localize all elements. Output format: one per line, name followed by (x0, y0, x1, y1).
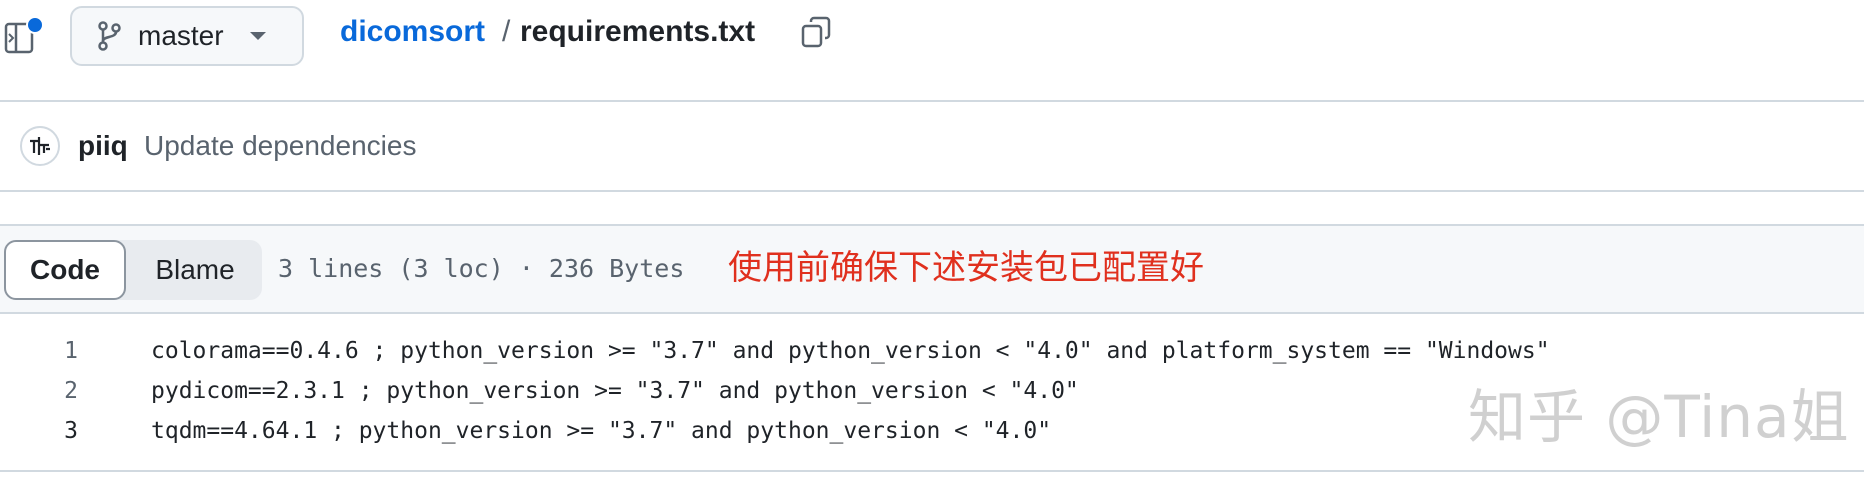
avatar-glyph-icon (30, 137, 50, 155)
breadcrumb-repo-link[interactable]: dicomsort (340, 14, 485, 50)
divider (0, 470, 1864, 472)
annotation-text: 使用前确保下述安装包已配置好 (728, 248, 1204, 288)
avatar[interactable] (20, 126, 60, 166)
copy-path-icon[interactable] (800, 16, 832, 50)
line-content: tqdm==4.64.1 ; python_version >= "3.7" a… (151, 418, 1052, 444)
branch-name: master (138, 20, 224, 51)
git-branch-icon (98, 21, 121, 51)
divider (0, 100, 1864, 102)
line-content: colorama==0.4.6 ; python_version >= "3.7… (151, 338, 1550, 364)
line-number[interactable]: 1 (0, 338, 78, 364)
tab-blame[interactable]: Blame (140, 240, 250, 300)
commit-author[interactable]: piiq (78, 130, 128, 162)
line-number[interactable]: 2 (0, 378, 78, 404)
branch-selector-button[interactable]: master (70, 6, 304, 66)
tab-code[interactable]: Code (4, 240, 126, 300)
divider (0, 190, 1864, 192)
chevron-down-icon (249, 32, 266, 40)
commit-message[interactable]: Update dependencies (144, 130, 416, 162)
watermark: 知乎 @Tina姐 (1468, 383, 1850, 451)
file-info: 3 lines (3 loc) · 236 Bytes (278, 254, 685, 283)
breadcrumb-file-name: requirements.txt (520, 15, 756, 48)
breadcrumb-separator: / (502, 15, 511, 48)
notification-dot (26, 16, 44, 34)
line-content: pydicom==2.3.1 ; python_version >= "3.7"… (151, 378, 1079, 404)
line-number[interactable]: 3 (0, 418, 78, 444)
